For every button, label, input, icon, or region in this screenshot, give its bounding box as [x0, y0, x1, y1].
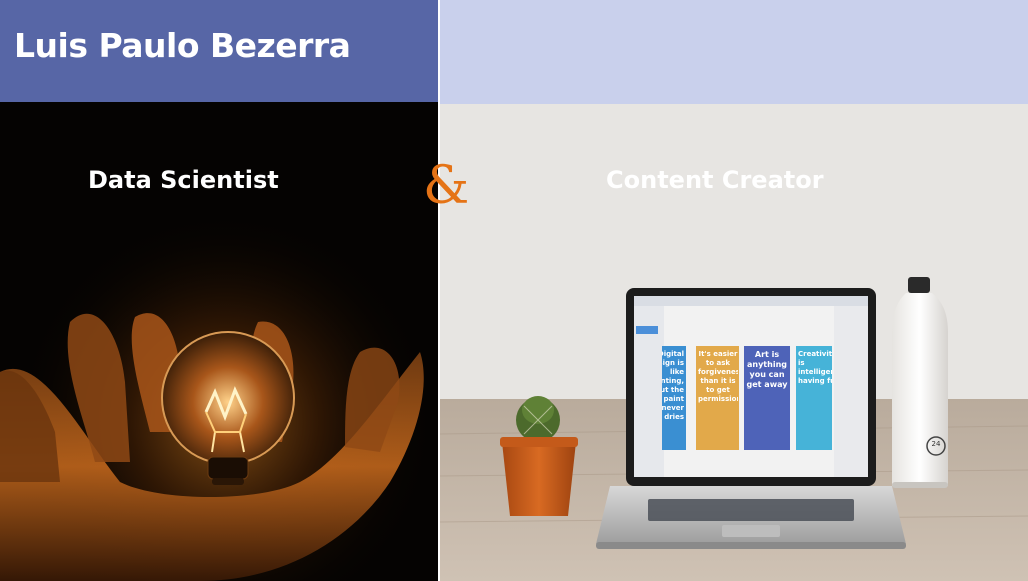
laptop-poster-4: Creativity is intelligence having fun	[798, 350, 832, 385]
lightbulb-photo: Data Scientist	[0, 102, 438, 581]
role-label-data-scientist: Data Scientist	[88, 166, 279, 194]
laptop-poster-3: Art is anything you can get away	[746, 350, 788, 389]
laptop-poster-1: Digital design is like painting, but the…	[662, 350, 684, 421]
ampersand: &	[423, 156, 470, 216]
slide: Luis Paulo Bezerra Data Scientist igital…	[0, 0, 1028, 581]
page-title: Luis Paulo Bezerra	[14, 26, 351, 65]
laptop-poster-2: It's easier to ask forgiveness than it i…	[698, 350, 738, 403]
panel-divider	[438, 0, 440, 581]
title-banner: Luis Paulo Bezerra	[0, 0, 438, 102]
role-label-content-creator: Content Creator	[606, 166, 824, 194]
bottle-badge: 24	[931, 440, 941, 448]
header-banner-right	[439, 0, 1028, 104]
desk-photo: Digital design is like painting, but the…	[440, 104, 1028, 581]
